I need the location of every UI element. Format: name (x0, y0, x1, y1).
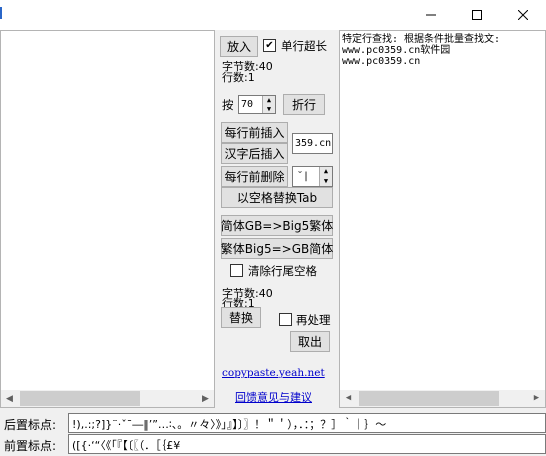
title-bar (0, 0, 546, 30)
after-punctuation-field[interactable]: !),.:;?]}¨·ˇˉ―‖’”…∶、。〃々〉》」』】〕〗！＂＇），．：；？］… (68, 413, 546, 433)
exit-button[interactable]: 取出 (290, 331, 330, 352)
delete-count-spinner[interactable]: ˘| ▲ ▼ (292, 166, 333, 187)
left-horizontal-scrollbar[interactable]: ◀ ▶ (1, 390, 214, 407)
before-punctuation-label: 前置标点: (4, 439, 57, 453)
scroll-thumb[interactable] (20, 391, 140, 406)
reprocess-label: 再处理 (296, 313, 331, 327)
close-icon (518, 10, 528, 20)
before-punctuation-row: 前置标点: ([{·‘“〈《「『【〔〖（．［｛£¥ (0, 434, 546, 454)
spin-down-icon[interactable]: ▼ (320, 176, 332, 186)
clear-trailing-space-checkbox[interactable] (230, 264, 243, 277)
reprocess-checkbox[interactable] (279, 313, 292, 326)
line-count-top: 行数:1 (222, 71, 255, 84)
scroll-left-icon[interactable]: ◀ (340, 390, 357, 407)
result-text-area[interactable]: 特定行查找: 根据条件批量查找文: www.pc0359.cn软件园 www.p… (339, 30, 546, 408)
scroll-left-icon[interactable]: ◀ (1, 390, 18, 407)
feedback-link[interactable]: 回馈意见与建议 (235, 389, 312, 405)
app-icon (0, 7, 2, 19)
wrap-width-value[interactable]: 70 (239, 99, 262, 110)
minimize-button[interactable] (408, 0, 454, 30)
insert-before-line-button[interactable]: 每行前插入 (221, 122, 288, 143)
by-label: 按 (222, 98, 234, 112)
spin-down-icon[interactable]: ▼ (263, 104, 275, 113)
zoom-button[interactable]: 放入 (220, 36, 258, 57)
insert-after-hanzi-button[interactable]: 汉字后插入 (221, 143, 288, 164)
insert-text-field[interactable]: 359.cn (292, 133, 333, 154)
delete-before-line-button[interactable]: 每行前删除 (221, 166, 288, 187)
after-punctuation-label: 后置标点: (4, 418, 57, 432)
big5-to-gb-button[interactable]: 繁体Big5=>GB简体 (221, 238, 333, 259)
space-to-tab-button[interactable]: 以空格替换Tab (221, 187, 333, 208)
scroll-right-icon[interactable]: ▶ (197, 390, 214, 407)
result-line: www.pc0359.cn (342, 56, 421, 67)
before-punctuation-field[interactable]: ([{·‘“〈《「『【〔〖（．［｛£¥ (68, 434, 546, 454)
result-line: www.pc0359.cn软件园 (342, 45, 451, 56)
single-line-over-label: 单行超长 (281, 39, 327, 53)
clear-trailing-space-label: 清除行尾空格 (248, 264, 317, 278)
scroll-thumb[interactable] (359, 391, 499, 406)
wrap-width-spinner[interactable]: 70 ▲ ▼ (238, 95, 276, 114)
replace-button[interactable]: 替换 (221, 307, 261, 328)
single-line-over-checkbox[interactable]: ✔ (263, 39, 276, 52)
check-mark-icon: ✔ (265, 39, 274, 51)
right-horizontal-scrollbar[interactable]: ◀ ▶ (340, 390, 545, 407)
close-button[interactable] (500, 0, 546, 30)
after-punctuation-row: 后置标点: !),.:;?]}¨·ˇˉ―‖’”…∶、。〃々〉》」』】〕〗！＂＇）… (0, 413, 546, 433)
delete-count-value[interactable]: ˘| (293, 171, 319, 182)
gb-to-big5-button[interactable]: 简体GB=>Big5繁体 (221, 215, 333, 236)
maximize-icon (472, 10, 482, 20)
spin-up-icon[interactable]: ▲ (320, 167, 332, 177)
wrap-button[interactable]: 折行 (283, 94, 325, 115)
maximize-button[interactable] (454, 0, 500, 30)
source-text-area[interactable]: ◀ ▶ (0, 30, 215, 408)
minimize-icon (426, 14, 436, 16)
scroll-right-icon[interactable]: ▶ (528, 390, 545, 407)
site-link[interactable]: copypaste.yeah.net (222, 367, 325, 379)
spin-up-icon[interactable]: ▲ (263, 96, 275, 105)
result-line: 特定行查找: 根据条件批量查找文: (342, 34, 501, 45)
